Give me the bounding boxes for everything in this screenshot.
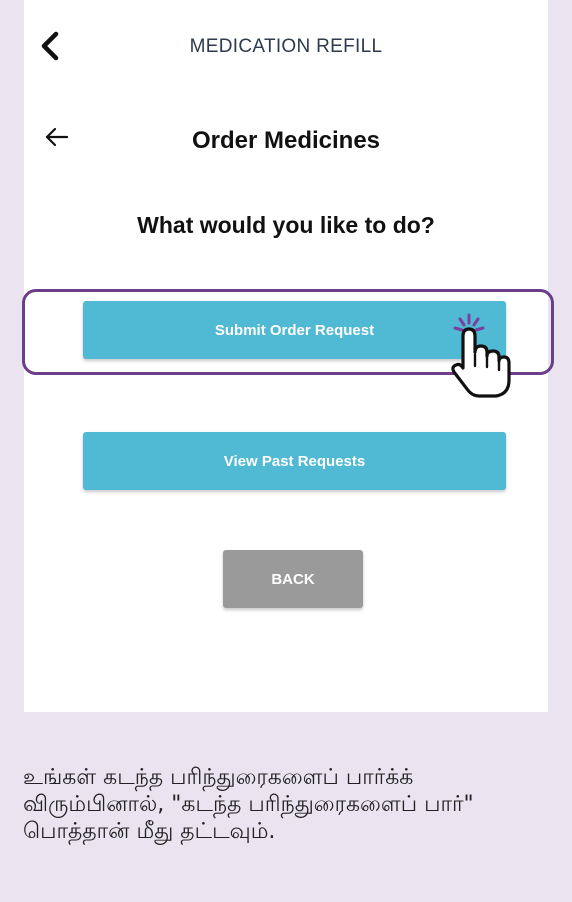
back-button[interactable]: BACK	[223, 550, 363, 608]
submit-order-request-button[interactable]: Submit Order Request	[83, 301, 506, 359]
app-title: MEDICATION REFILL	[189, 36, 383, 57]
view-past-requests-button[interactable]: View Past Requests	[83, 432, 506, 490]
screen-title: Order Medicines	[191, 127, 381, 154]
hand-pointer-icon	[451, 313, 511, 398]
question-heading: What would you like to do?	[137, 212, 435, 238]
instruction-text: உங்கள் கடந்த பரிந்துரைகளைப் பார்க்க் விர…	[23, 765, 474, 844]
